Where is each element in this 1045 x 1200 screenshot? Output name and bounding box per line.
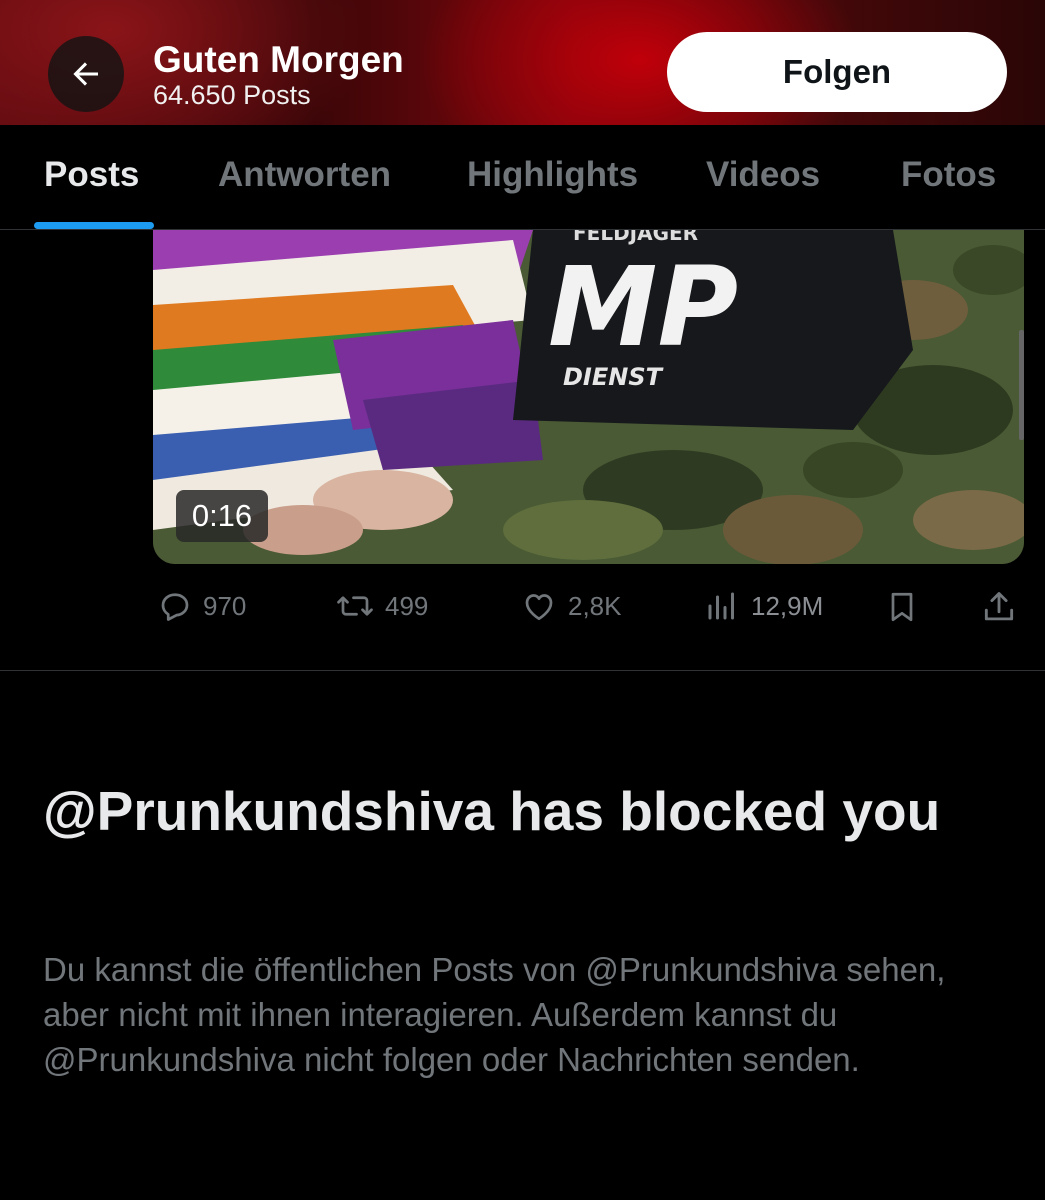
repost-button[interactable]: 499 [335, 588, 428, 624]
bookmark-button[interactable] [884, 588, 930, 626]
profile-name: Guten Morgen [153, 39, 404, 80]
video-thumbnail: FELDJÄGER MP DIENST [153, 230, 1024, 564]
patch-text-main: MP [548, 243, 738, 371]
header-title-block: Guten Morgen 64.650 Posts [153, 39, 404, 111]
repost-icon [337, 596, 373, 616]
tab-posts[interactable]: Posts [44, 155, 139, 195]
patch-text-bottom: DIENST [563, 363, 664, 391]
reply-button[interactable]: 970 [157, 588, 246, 624]
bookmark-icon [891, 592, 913, 622]
back-button[interactable] [48, 36, 124, 112]
share-button[interactable] [980, 588, 1028, 626]
blocked-message: Du kannst die öffentlichen Posts von @Pr… [43, 951, 946, 1078]
active-tab-indicator [34, 222, 154, 229]
tab-antworten[interactable]: Antworten [218, 155, 391, 195]
like-button[interactable]: 2,8K [520, 588, 622, 624]
blocked-title: @Prunkundshiva has blocked you [43, 780, 941, 842]
profile-header: Guten Morgen 64.650 Posts Folgen [0, 0, 1045, 125]
heart-icon [525, 594, 553, 621]
views-button[interactable]: 12,9M [703, 588, 823, 624]
section-divider [0, 670, 1045, 671]
like-count: 2,8K [568, 590, 622, 621]
tab-videos[interactable]: Videos [706, 155, 820, 195]
reply-count: 970 [203, 590, 247, 621]
share-icon [984, 592, 1014, 621]
profile-tabs: Posts Antworten Highlights Videos Fotos [0, 125, 1045, 230]
follow-button[interactable]: Folgen [667, 32, 1007, 112]
post-action-bar: 970 499 2,8K 12,9M [0, 580, 1045, 635]
post-count: 64.650 Posts [153, 80, 311, 110]
tab-fotos[interactable]: Fotos [901, 155, 996, 195]
tab-highlights[interactable]: Highlights [467, 155, 638, 195]
view-count: 12,9M [751, 590, 824, 621]
reply-icon [161, 593, 189, 621]
arrow-left-icon [73, 62, 98, 86]
repost-count: 499 [385, 590, 429, 621]
post-video[interactable]: FELDJÄGER MP DIENST [153, 230, 1024, 564]
video-duration: 0:16 [176, 490, 268, 542]
views-chart-icon [708, 592, 734, 620]
